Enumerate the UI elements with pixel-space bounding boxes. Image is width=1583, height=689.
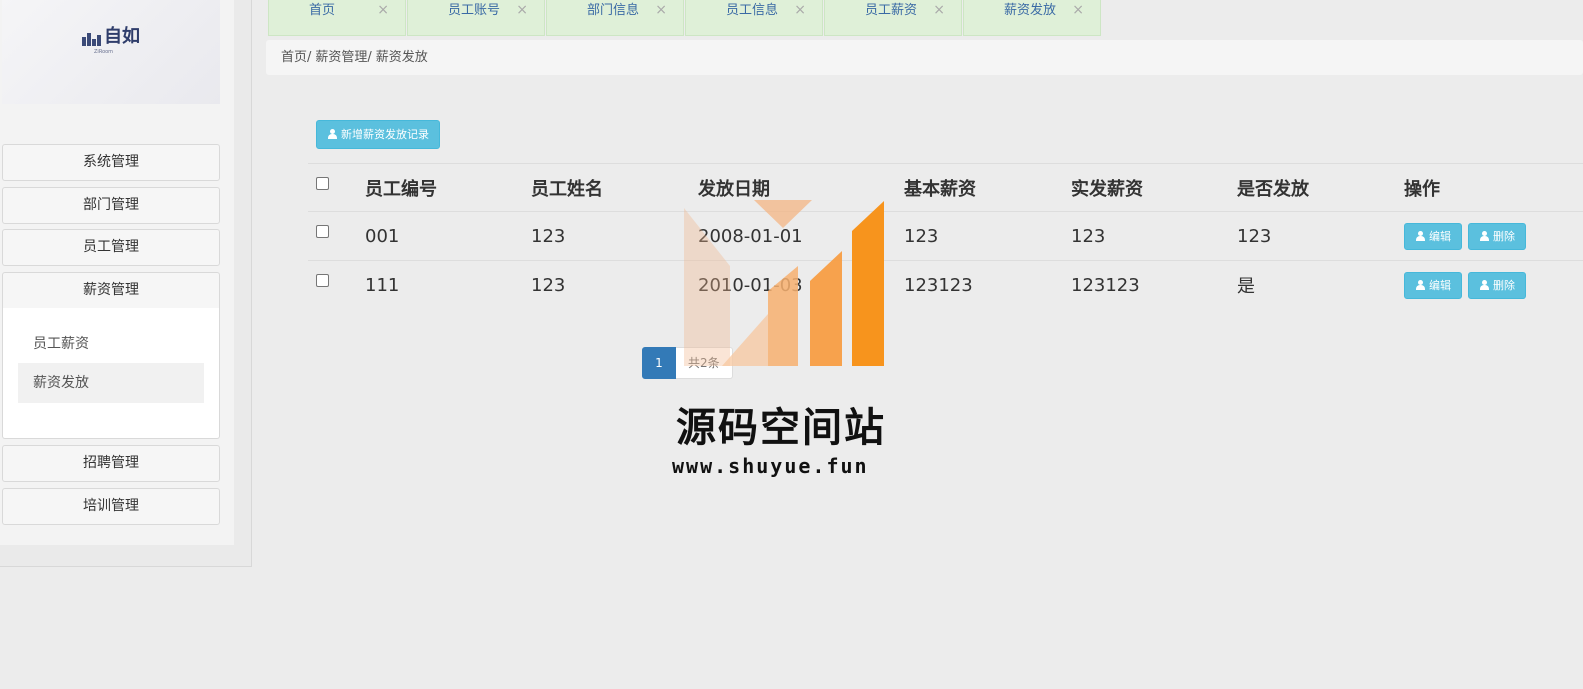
- close-icon[interactable]: ×: [377, 0, 389, 20]
- cell-actions: 编辑 删除: [1404, 212, 1532, 260]
- column-header: 实发薪资: [1071, 178, 1143, 200]
- tab-employee-account[interactable]: 员工账号 ×: [407, 0, 545, 36]
- menu-department-management[interactable]: 部门管理: [2, 187, 220, 224]
- tab-label: 员工账号: [448, 3, 501, 18]
- menu-recruitment-management[interactable]: 招聘管理: [2, 445, 220, 482]
- user-icon: [1415, 279, 1425, 290]
- cell-employee-name: 123: [531, 225, 566, 247]
- logo-text: 自如: [104, 26, 140, 47]
- table-row: 001 123 2008-01-01 123 123 123 编辑 删除: [308, 211, 1583, 260]
- row-checkbox[interactable]: [316, 225, 329, 238]
- add-button-label: 新增薪资发放记录: [341, 128, 429, 141]
- salary-payment-table: 员工编号 员工姓名 发放日期 基本薪资 实发薪资 是否发放 操作 001 123…: [308, 163, 1583, 309]
- watermark-logo-icon: [684, 200, 884, 366]
- table-header: 员工编号 员工姓名 发放日期 基本薪资 实发薪资 是否发放 操作: [308, 163, 1583, 211]
- tab-employee-salary[interactable]: 员工薪资 ×: [824, 0, 962, 36]
- row-checkbox[interactable]: [316, 274, 329, 287]
- cell-employee-id: 001: [365, 225, 400, 247]
- menu-employee-management[interactable]: 员工管理: [2, 229, 220, 266]
- menu-salary-management[interactable]: 薪资管理: [2, 272, 220, 309]
- breadcrumb-home[interactable]: 首页/: [281, 50, 311, 65]
- column-header: 是否发放: [1237, 178, 1309, 200]
- delete-button[interactable]: 删除: [1468, 271, 1526, 299]
- tab-label: 薪资发放: [1004, 3, 1057, 18]
- submenu-salary-payment[interactable]: 薪资发放: [18, 363, 204, 403]
- logo: 自如 ZiRoom: [82, 26, 140, 55]
- user-icon: [327, 129, 337, 139]
- edit-label: 编辑: [1429, 278, 1451, 292]
- watermark-url: www.shuyue.fun: [672, 454, 869, 478]
- tab-bar: 首页 × 员工账号 × 部门信息 × 员工信息 × 员工薪资 × 薪资发放 ×: [268, 0, 1102, 36]
- column-header: 员工姓名: [531, 178, 603, 200]
- add-salary-payment-button[interactable]: 新增薪资发放记录: [316, 120, 440, 149]
- edit-button[interactable]: 编辑: [1404, 271, 1462, 299]
- cell-employee-name: 123: [531, 274, 566, 296]
- cell-paid-status: 是: [1237, 276, 1255, 297]
- cell-actual-salary: 123: [1071, 225, 1106, 247]
- breadcrumb: 首页/薪资管理/薪资发放: [266, 40, 1583, 75]
- cell-actions: 编辑 删除: [1404, 261, 1532, 309]
- page-1-button[interactable]: 1: [642, 347, 676, 379]
- cell-base-salary: 123: [904, 225, 939, 247]
- delete-button[interactable]: 删除: [1468, 222, 1526, 250]
- tab-employee-info[interactable]: 员工信息 ×: [685, 0, 823, 36]
- close-icon[interactable]: ×: [1072, 0, 1084, 20]
- watermark-title: 源码空间站: [676, 405, 886, 451]
- close-icon[interactable]: ×: [516, 0, 528, 20]
- select-all-checkbox[interactable]: [316, 177, 329, 190]
- tab-label: 员工薪资: [865, 3, 918, 18]
- edit-button[interactable]: 编辑: [1404, 222, 1462, 250]
- breadcrumb-salary-management[interactable]: 薪资管理/: [315, 50, 371, 65]
- tab-salary-payment[interactable]: 薪资发放 ×: [963, 0, 1101, 36]
- logo-area: 自如 ZiRoom: [2, 0, 220, 104]
- tab-department-info[interactable]: 部门信息 ×: [546, 0, 684, 36]
- cell-base-salary: 123123: [904, 274, 973, 296]
- breadcrumb-salary-payment: 薪资发放: [375, 50, 428, 65]
- salary-submenu: 员工薪资 薪资发放: [2, 308, 220, 439]
- cell-employee-id: 111: [365, 274, 400, 296]
- menu-training-management[interactable]: 培训管理: [2, 488, 220, 525]
- sidebar: 自如 ZiRoom 系统管理 部门管理 员工管理 薪资管理 员工薪资 薪资发放 …: [0, 0, 252, 567]
- menu-system-management[interactable]: 系统管理: [2, 144, 220, 181]
- close-icon[interactable]: ×: [933, 0, 945, 20]
- close-icon[interactable]: ×: [655, 0, 667, 20]
- user-icon: [1415, 230, 1425, 241]
- tab-home[interactable]: 首页 ×: [268, 0, 406, 36]
- logo-bars-icon: [82, 28, 101, 46]
- tab-label: 首页: [309, 3, 336, 18]
- logo-subtext: ZiRoom: [94, 49, 114, 55]
- submenu-employee-salary[interactable]: 员工薪资: [18, 324, 204, 364]
- close-icon[interactable]: ×: [794, 0, 806, 20]
- column-header: 基本薪资: [904, 178, 976, 200]
- table-row: 111 123 2010-01-03 123123 123123 是 编辑 删除: [308, 260, 1583, 309]
- column-header: 员工编号: [365, 178, 437, 200]
- tab-label: 部门信息: [587, 3, 640, 18]
- user-icon: [1479, 279, 1489, 290]
- cell-paid-status: 123: [1237, 225, 1272, 247]
- cell-actual-salary: 123123: [1071, 274, 1140, 296]
- delete-label: 删除: [1493, 229, 1515, 243]
- edit-label: 编辑: [1429, 229, 1451, 243]
- tab-label: 员工信息: [726, 3, 779, 18]
- delete-label: 删除: [1493, 278, 1515, 292]
- column-header: 操作: [1404, 178, 1440, 200]
- user-icon: [1479, 230, 1489, 241]
